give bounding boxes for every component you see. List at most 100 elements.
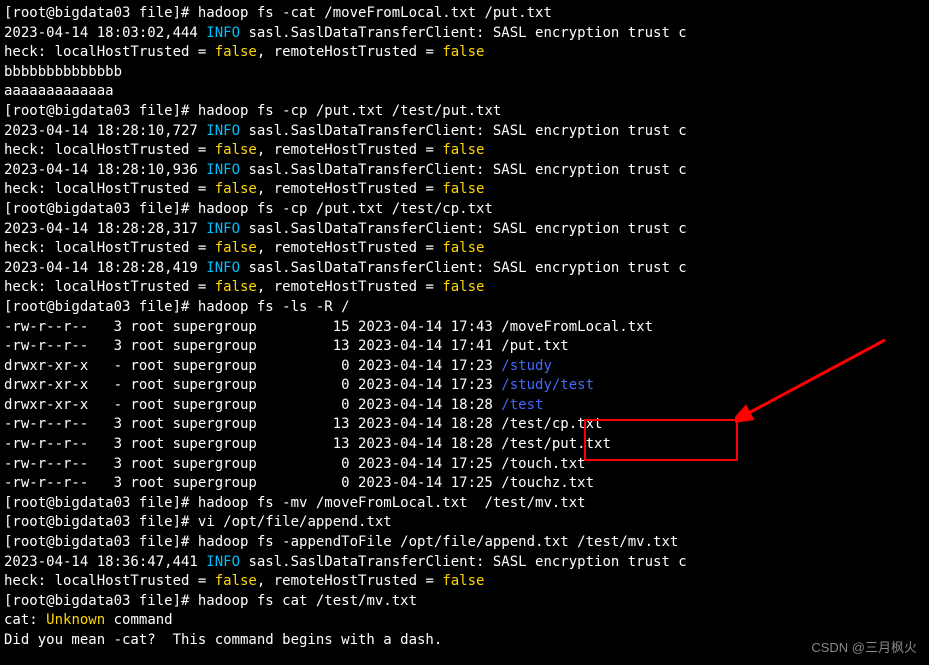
shell-prompt: [root@bigdata03 file]# (4, 593, 198, 609)
log-msg: , remoteHostTrusted = (257, 44, 442, 60)
log-msg: sasl.SaslDataTransferClient: SASL encryp… (240, 25, 687, 41)
log-msg: , remoteHostTrusted = (257, 573, 442, 589)
command-text: hadoop fs -mv /moveFromLocal.txt /test/m… (198, 495, 586, 511)
timestamp: 2023-04-14 18:03:02,444 (4, 25, 206, 41)
log-msg: heck: localHostTrusted = (4, 573, 215, 589)
command-text: hadoop fs -ls -R / (198, 299, 350, 315)
timestamp: 2023-04-14 18:28:10,936 (4, 162, 206, 178)
error-suffix: command (105, 612, 172, 628)
timestamp: 2023-04-14 18:28:28,317 (4, 221, 206, 237)
timestamp: 2023-04-14 18:28:28,419 (4, 260, 206, 276)
shell-prompt: [root@bigdata03 file]# (4, 534, 198, 550)
terminal-line: heck: localHostTrusted = false, remoteHo… (4, 278, 925, 298)
terminal-line: heck: localHostTrusted = false, remoteHo… (4, 43, 925, 63)
dir-path: /study (501, 358, 552, 374)
output-line: bbbbbbbbbbbbbb (4, 63, 925, 83)
log-msg: sasl.SaslDataTransferClient: SASL encryp… (240, 162, 687, 178)
log-msg: sasl.SaslDataTransferClient: SASL encryp… (240, 123, 687, 139)
ls-row: drwxr-xr-x - root supergroup 0 2023-04-1… (4, 396, 925, 416)
shell-prompt: [root@bigdata03 file]# (4, 514, 198, 530)
log-msg: , remoteHostTrusted = (257, 181, 442, 197)
command-text: hadoop fs -cp /put.txt /test/put.txt (198, 103, 501, 119)
terminal-line: [root@bigdata03 file]# hadoop fs -cp /pu… (4, 200, 925, 220)
log-msg: heck: localHostTrusted = (4, 44, 215, 60)
ls-row: -rw-r--r-- 3 root supergroup 13 2023-04-… (4, 415, 925, 435)
file-path: /test/put.txt (501, 436, 611, 452)
log-msg: heck: localHostTrusted = (4, 181, 215, 197)
error-prefix: cat: (4, 612, 46, 628)
error-word: Unknown (46, 612, 105, 628)
info-tag: INFO (206, 221, 240, 237)
false-value: false (215, 142, 257, 158)
terminal-line: 2023-04-14 18:03:02,444 INFO sasl.SaslDa… (4, 24, 925, 44)
false-value: false (442, 181, 484, 197)
false-value: false (215, 573, 257, 589)
file-perms: -rw-r--r-- 3 root supergroup 15 2023-04-… (4, 319, 501, 335)
ls-row: -rw-r--r-- 3 root supergroup 13 2023-04-… (4, 435, 925, 455)
terminal-line: [root@bigdata03 file]# hadoop fs -mv /mo… (4, 494, 925, 514)
terminal-line: 2023-04-14 18:28:28,419 INFO sasl.SaslDa… (4, 259, 925, 279)
command-text: hadoop fs -appendToFile /opt/file/append… (198, 534, 678, 550)
file-perms: -rw-r--r-- 3 root supergroup 0 2023-04-1… (4, 475, 501, 491)
log-msg: heck: localHostTrusted = (4, 240, 215, 256)
file-perms: drwxr-xr-x - root supergroup 0 2023-04-1… (4, 377, 501, 393)
file-perms: -rw-r--r-- 3 root supergroup 13 2023-04-… (4, 416, 501, 432)
file-perms: drwxr-xr-x - root supergroup 0 2023-04-1… (4, 358, 501, 374)
terminal-line: [root@bigdata03 file]# hadoop fs -cp /pu… (4, 102, 925, 122)
false-value: false (215, 44, 257, 60)
command-text: vi /opt/file/append.txt (198, 514, 392, 530)
ls-row: -rw-r--r-- 3 root supergroup 0 2023-04-1… (4, 474, 925, 494)
info-tag: INFO (206, 162, 240, 178)
info-tag: INFO (206, 25, 240, 41)
hint-text: Did you mean -cat? This command begins w… (4, 632, 442, 648)
info-tag: INFO (206, 123, 240, 139)
log-msg: heck: localHostTrusted = (4, 142, 215, 158)
ls-row: drwxr-xr-x - root supergroup 0 2023-04-1… (4, 357, 925, 377)
ls-row: -rw-r--r-- 3 root supergroup 0 2023-04-1… (4, 455, 925, 475)
log-msg: , remoteHostTrusted = (257, 279, 442, 295)
shell-prompt: [root@bigdata03 file]# (4, 201, 198, 217)
false-value: false (215, 279, 257, 295)
false-value: false (442, 240, 484, 256)
shell-prompt: [root@bigdata03 file]# (4, 495, 198, 511)
terminal-line: 2023-04-14 18:28:10,936 INFO sasl.SaslDa… (4, 161, 925, 181)
file-path: /touch.txt (501, 456, 585, 472)
shell-prompt: [root@bigdata03 file]# (4, 299, 198, 315)
file-path: /touchz.txt (501, 475, 594, 491)
terminal-line: [root@bigdata03 file]# hadoop fs -append… (4, 533, 925, 553)
terminal-line: 2023-04-14 18:36:47,441 INFO sasl.SaslDa… (4, 553, 925, 573)
ls-row: -rw-r--r-- 3 root supergroup 13 2023-04-… (4, 337, 925, 357)
ls-row: -rw-r--r-- 3 root supergroup 15 2023-04-… (4, 318, 925, 338)
ls-row: drwxr-xr-x - root supergroup 0 2023-04-1… (4, 376, 925, 396)
file-perms: -rw-r--r-- 3 root supergroup 13 2023-04-… (4, 436, 501, 452)
timestamp: 2023-04-14 18:28:10,727 (4, 123, 206, 139)
log-msg: , remoteHostTrusted = (257, 240, 442, 256)
log-msg: sasl.SaslDataTransferClient: SASL encryp… (240, 221, 687, 237)
terminal-line: heck: localHostTrusted = false, remoteHo… (4, 239, 925, 259)
false-value: false (442, 279, 484, 295)
terminal-line: 2023-04-14 18:28:28,317 INFO sasl.SaslDa… (4, 220, 925, 240)
command-text: hadoop fs -cat /moveFromLocal.txt /put.t… (198, 5, 552, 21)
file-path: /moveFromLocal.txt (501, 319, 653, 335)
file-path: /test/cp.txt (501, 416, 602, 432)
false-value: false (442, 44, 484, 60)
terminal-line: heck: localHostTrusted = false, remoteHo… (4, 141, 925, 161)
error-line: cat: Unknown command (4, 611, 925, 631)
dir-path: /test (501, 397, 543, 413)
dir-path: /study/test (501, 377, 594, 393)
terminal-line: [root@bigdata03 file]# hadoop fs -cat /m… (4, 4, 925, 24)
hint-line: Did you mean -cat? This command begins w… (4, 631, 925, 651)
terminal-line: [root@bigdata03 file]# hadoop fs -ls -R … (4, 298, 925, 318)
command-text: hadoop fs cat /test/mv.txt (198, 593, 417, 609)
output-line: aaaaaaaaaaaaa (4, 82, 925, 102)
terminal-line: [root@bigdata03 file]# vi /opt/file/appe… (4, 513, 925, 533)
file-perms: -rw-r--r-- 3 root supergroup 0 2023-04-1… (4, 456, 501, 472)
log-msg: , remoteHostTrusted = (257, 142, 442, 158)
false-value: false (215, 181, 257, 197)
info-tag: INFO (206, 260, 240, 276)
output-text: aaaaaaaaaaaaa (4, 83, 114, 99)
output-text: bbbbbbbbbbbbbb (4, 64, 122, 80)
terminal-line: heck: localHostTrusted = false, remoteHo… (4, 572, 925, 592)
log-msg: sasl.SaslDataTransferClient: SASL encryp… (240, 554, 687, 570)
shell-prompt: [root@bigdata03 file]# (4, 5, 198, 21)
